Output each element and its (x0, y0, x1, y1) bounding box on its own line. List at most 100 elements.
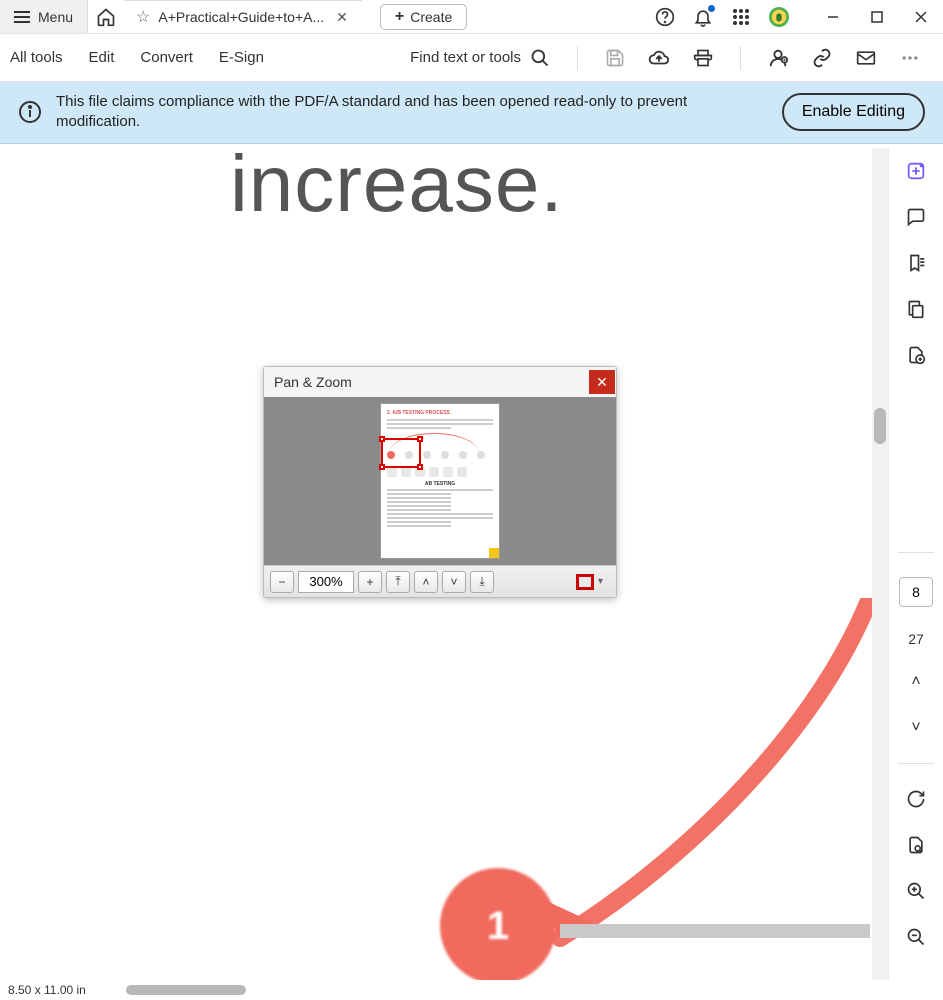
apps-button[interactable] (731, 7, 751, 27)
search-button[interactable] (529, 47, 551, 69)
document-tab[interactable]: ☆ A+Practical+Guide+to+A... ✕ (124, 0, 362, 33)
save-icon (605, 48, 625, 68)
pan-zoom-title: Pan & Zoom (274, 374, 589, 390)
first-page-icon: ⤒ (395, 574, 400, 589)
hamburger-icon (14, 11, 30, 23)
bookmarks-button[interactable] (905, 252, 927, 274)
last-page-icon: ⤓ (479, 574, 484, 589)
save-button[interactable] (604, 47, 626, 69)
print-icon (693, 48, 713, 68)
first-page-button[interactable]: ⤒ (386, 571, 410, 593)
close-window-button[interactable] (899, 0, 943, 34)
minus-icon: − (278, 575, 285, 589)
main-area: increase. 1 Pan & Zoom ✕ 2. A/B TESTING … (0, 148, 943, 980)
share-people-icon (767, 47, 789, 69)
all-tools-button[interactable]: All tools (10, 49, 63, 66)
email-button[interactable] (855, 47, 877, 69)
rotate-button[interactable] (905, 788, 927, 810)
home-button[interactable] (88, 7, 124, 27)
zoom-in-button[interactable]: + (358, 571, 382, 593)
snapshot-button[interactable] (576, 574, 594, 590)
vertical-scrollbar[interactable] (872, 148, 888, 980)
zoom-level-input[interactable] (298, 571, 354, 593)
find-label: Find text or tools (410, 49, 521, 66)
apps-icon (732, 8, 750, 26)
minimize-icon (827, 11, 839, 23)
plus-icon: + (395, 8, 404, 26)
scrollbar-thumb[interactable] (874, 408, 886, 444)
maximize-button[interactable] (855, 0, 899, 34)
link-icon (812, 48, 832, 68)
total-pages-label: 27 (908, 631, 924, 647)
zoom-in-rail-button[interactable] (905, 880, 927, 902)
page-dimensions-label: 8.50 x 11.00 in (8, 983, 86, 997)
star-icon[interactable]: ☆ (136, 7, 150, 27)
cloud-upload-button[interactable] (648, 47, 670, 69)
pan-zoom-thumbnail: 2. A/B TESTING PROCESS AB TESTING (380, 403, 500, 559)
account-button[interactable] (769, 7, 789, 27)
esign-button[interactable]: E-Sign (219, 49, 264, 66)
maximize-icon (871, 11, 883, 23)
separator (577, 46, 578, 70)
page-down-button[interactable]: ˅ (905, 717, 927, 739)
notifications-button[interactable] (693, 7, 713, 27)
document-viewport[interactable]: increase. 1 Pan & Zoom ✕ 2. A/B TESTING … (0, 148, 888, 980)
banner-text: This file claims compliance with the PDF… (56, 92, 768, 133)
pan-zoom-footer: − + ⤒ ˄ ˅ ⤓ ▾ (264, 565, 616, 597)
ai-assistant-button[interactable] (905, 160, 927, 182)
enable-editing-button[interactable]: Enable Editing (782, 93, 925, 131)
right-panel: 8 27 ˄ ˅ (888, 148, 943, 980)
zoom-out-rail-button[interactable] (905, 926, 927, 948)
more-button[interactable] (899, 47, 921, 69)
pan-zoom-close-button[interactable]: ✕ (589, 370, 615, 394)
zoom-out-button[interactable]: − (270, 571, 294, 593)
cloud-icon (648, 47, 670, 69)
close-icon (915, 11, 927, 23)
page-up-button[interactable]: ˄ (905, 671, 927, 693)
pan-zoom-preview[interactable]: 2. A/B TESTING PROCESS AB TESTING (264, 397, 616, 565)
edit-button[interactable]: Edit (89, 49, 115, 66)
export-button[interactable] (905, 344, 927, 366)
current-page-input[interactable]: 8 (899, 577, 933, 607)
bookmark-icon (906, 253, 926, 273)
help-icon (655, 7, 675, 27)
last-page-button[interactable]: ⤓ (470, 571, 494, 593)
chevron-up-icon: ˄ (911, 673, 920, 691)
minimize-button[interactable] (811, 0, 855, 34)
plus-icon: + (366, 575, 373, 589)
zoom-in-icon (906, 881, 926, 901)
copy-button[interactable] (905, 298, 927, 320)
prev-page-button[interactable]: ˄ (414, 571, 438, 593)
comment-icon (906, 207, 926, 227)
tab-title: A+Practical+Guide+to+A... (158, 9, 324, 25)
separator (740, 46, 741, 70)
toolbar: All tools Edit Convert E-Sign Find text … (0, 34, 943, 82)
comments-button[interactable] (905, 206, 927, 228)
chevron-down-icon: ˅ (450, 575, 457, 589)
convert-button[interactable]: Convert (140, 49, 193, 66)
info-icon (18, 100, 42, 124)
horizontal-scrollbar-thumb[interactable] (126, 985, 246, 995)
link-button[interactable] (811, 47, 833, 69)
snapshot-dropdown[interactable]: ▾ (598, 576, 610, 587)
help-button[interactable] (655, 7, 675, 27)
search-icon (530, 48, 550, 68)
share-button[interactable] (767, 47, 789, 69)
document-bar-graphic (560, 924, 870, 938)
email-icon (856, 48, 876, 68)
pan-zoom-window[interactable]: Pan & Zoom ✕ 2. A/B TESTING PROCESS AB T… (263, 366, 617, 598)
pan-zoom-titlebar[interactable]: Pan & Zoom ✕ (264, 367, 616, 397)
export-icon (906, 345, 926, 365)
next-page-button[interactable]: ˅ (442, 571, 466, 593)
sparkle-icon (905, 160, 927, 182)
titlebar: Menu ☆ A+Practical+Guide+to+A... ✕ + Cre… (0, 0, 943, 34)
tab-close-button[interactable]: ✕ (332, 9, 352, 26)
menu-button[interactable]: Menu (0, 0, 88, 33)
pdfa-banner: This file claims compliance with the PDF… (0, 82, 943, 144)
avatar-icon (769, 6, 789, 28)
print-button[interactable] (692, 47, 714, 69)
menu-label: Menu (38, 9, 73, 25)
find-in-page-button[interactable] (905, 834, 927, 856)
create-button[interactable]: + Create (380, 4, 467, 30)
pan-zoom-viewport-rect[interactable] (381, 438, 421, 468)
